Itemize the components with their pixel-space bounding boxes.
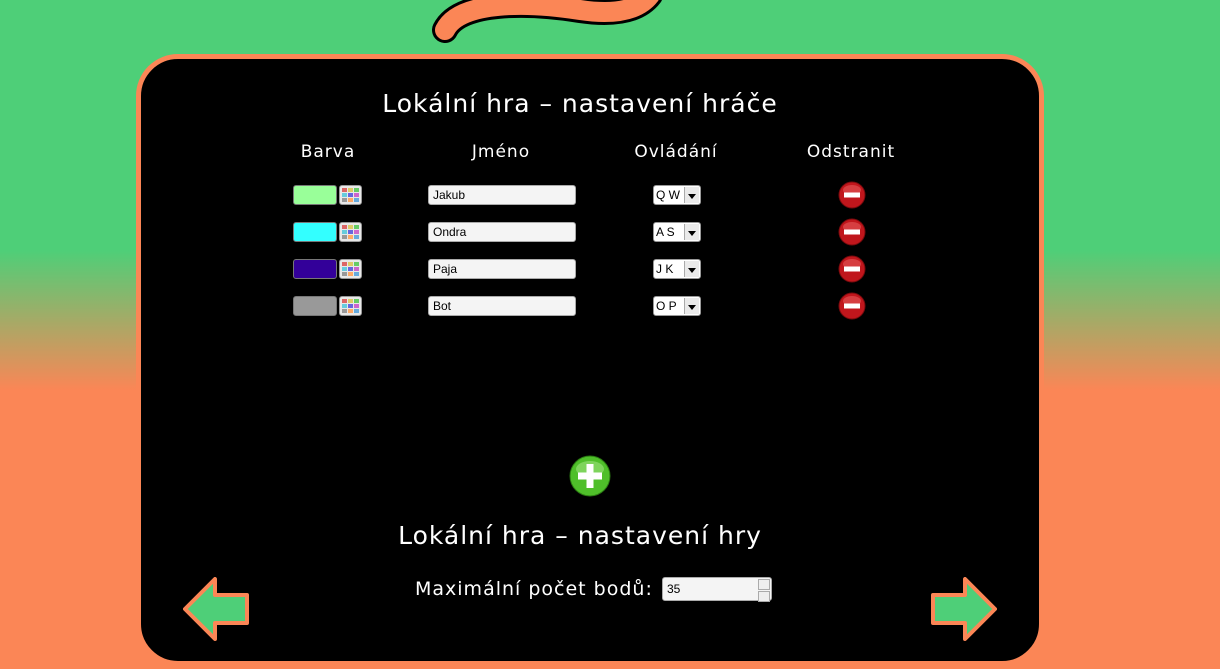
chevron-up-icon[interactable] (758, 579, 770, 590)
arrow-right-icon[interactable] (931, 577, 997, 641)
player-settings-title: Lokální hra – nastavení hráče (382, 89, 778, 118)
color-swatch[interactable] (293, 259, 337, 279)
palette-icon[interactable] (339, 296, 362, 316)
color-swatch[interactable] (293, 222, 337, 242)
max-points-input[interactable]: 35 (662, 577, 772, 602)
controls-select[interactable]: Q W (653, 185, 701, 205)
chevron-down-icon[interactable] (758, 591, 770, 602)
palette-icon[interactable] (339, 222, 362, 242)
player-row: J K (141, 255, 1039, 283)
player-row: Q W (141, 181, 1039, 209)
player-name-input[interactable] (428, 222, 576, 242)
settings-panel: Lokální hra – nastavení hráče Barva Jmén… (136, 54, 1044, 666)
header-color: Barva (300, 142, 356, 162)
controls-select[interactable]: O P (653, 296, 701, 316)
player-row: O P (141, 292, 1039, 320)
header-controls: Ovládání (634, 142, 718, 162)
minus-circle-icon[interactable] (838, 218, 866, 246)
chevron-down-icon (684, 261, 699, 277)
controls-select[interactable]: A S (653, 222, 701, 242)
minus-circle-icon[interactable] (838, 255, 866, 283)
minus-circle-icon[interactable] (838, 181, 866, 209)
worm-decoration (432, 0, 662, 43)
minus-circle-icon[interactable] (838, 292, 866, 320)
header-name: Jméno (471, 142, 531, 162)
player-name-input[interactable] (428, 185, 576, 205)
plus-circle-icon[interactable] (569, 455, 611, 497)
controls-select[interactable]: J K (653, 259, 701, 279)
arrow-left-icon[interactable] (183, 577, 249, 641)
color-swatch[interactable] (293, 185, 337, 205)
chevron-down-icon (684, 298, 699, 314)
palette-icon[interactable] (339, 259, 362, 279)
max-points-label: Maximální počet bodů: (415, 578, 653, 600)
chevron-down-icon (684, 224, 699, 240)
header-remove: Odstranit (806, 142, 896, 162)
player-name-input[interactable] (428, 259, 576, 279)
color-swatch[interactable] (293, 296, 337, 316)
palette-icon[interactable] (339, 185, 362, 205)
player-row: A S (141, 218, 1039, 246)
chevron-down-icon (684, 187, 699, 203)
game-settings-title: Lokální hra – nastavení hry (398, 521, 762, 550)
number-stepper[interactable] (758, 579, 770, 602)
player-name-input[interactable] (428, 296, 576, 316)
